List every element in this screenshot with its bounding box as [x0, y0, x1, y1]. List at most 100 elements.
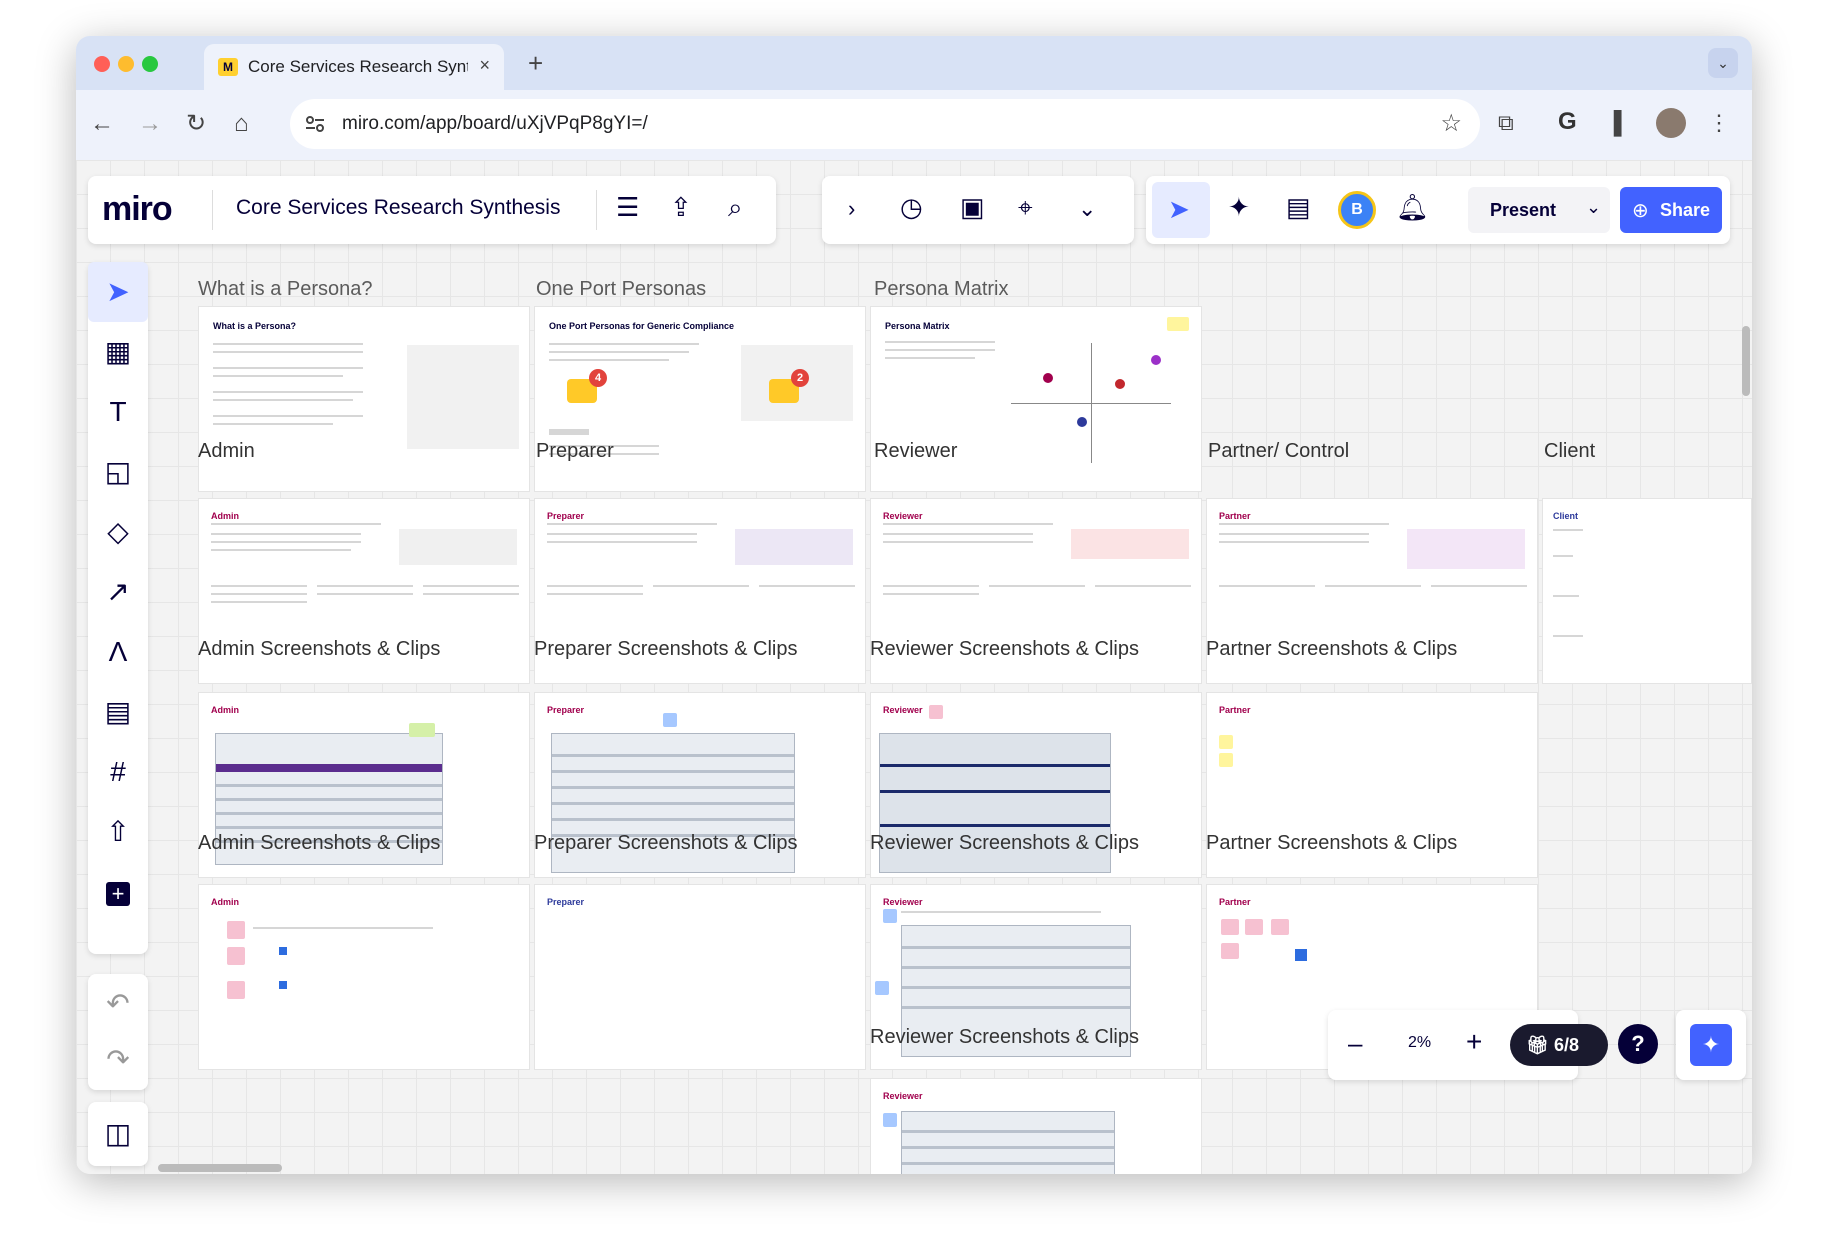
- frame-persona-matrix[interactable]: Persona Matrix: [870, 306, 1202, 492]
- close-window-button[interactable]: [94, 56, 110, 72]
- sticky-note[interactable]: [929, 705, 943, 719]
- text-line: [211, 593, 307, 595]
- browser-tab[interactable]: M Core Services Research Synt ×: [204, 44, 504, 90]
- text-line: [885, 357, 975, 359]
- frame-what-is-persona[interactable]: What is a Persona?: [198, 306, 530, 492]
- horizontal-scrollbar[interactable]: [158, 1164, 282, 1172]
- persona-dot[interactable]: [1077, 417, 1087, 427]
- text-line: [211, 549, 351, 551]
- home-icon[interactable]: ⌂: [234, 112, 249, 136]
- sticky-note[interactable]: [1221, 919, 1239, 935]
- chevron-down-icon[interactable]: ⌄: [1078, 196, 1096, 222]
- text-tool-icon[interactable]: T: [88, 382, 148, 442]
- sticky-note[interactable]: [409, 723, 435, 737]
- zoom-level[interactable]: 2%: [1408, 1034, 1431, 1052]
- ai-assist-button[interactable]: ✦: [1676, 1010, 1746, 1080]
- present-button[interactable]: Present ⌄: [1468, 187, 1610, 233]
- sticky-note[interactable]: [1245, 919, 1263, 935]
- upload-icon[interactable]: ⇧: [88, 802, 148, 862]
- sticky-note[interactable]: [1271, 919, 1289, 935]
- sticky-note[interactable]: [883, 909, 897, 923]
- reactions-icon[interactable]: ✦: [1228, 192, 1250, 223]
- user-avatar[interactable]: B: [1338, 191, 1376, 229]
- zoom-in-button[interactable]: +: [1466, 1026, 1482, 1058]
- comment-icon[interactable]: ▤: [1286, 192, 1311, 223]
- chevron-right-icon[interactable]: ›: [848, 196, 855, 222]
- persona-dot[interactable]: [1115, 379, 1125, 389]
- text-line: [885, 349, 995, 351]
- note-add-icon[interactable]: ▣: [960, 192, 985, 223]
- comment-tool-icon[interactable]: ▤: [88, 682, 148, 742]
- tab-close-icon[interactable]: ×: [479, 55, 490, 76]
- site-settings-icon[interactable]: [304, 113, 326, 135]
- search-icon[interactable]: ⌕: [728, 192, 743, 224]
- sticky-note[interactable]: [1167, 317, 1189, 331]
- menu-icon[interactable]: ☰: [616, 192, 639, 223]
- sticky-note[interactable]: [1219, 735, 1233, 749]
- sticky-note[interactable]: [663, 713, 677, 727]
- matrix-axis: [1091, 343, 1092, 463]
- google-extension-icon[interactable]: G: [1558, 108, 1577, 136]
- persona-dot[interactable]: [1043, 373, 1053, 383]
- export-icon[interactable]: ⇪: [670, 192, 692, 223]
- address-bar[interactable]: miro.com/app/board/uXjVPqP8gYI=/ ☆: [290, 99, 1480, 149]
- templates-icon[interactable]: ▦: [88, 322, 148, 382]
- sticky-note[interactable]: [883, 1113, 897, 1127]
- browser-menu-icon[interactable]: ⋮: [1708, 110, 1730, 136]
- text-line: [1219, 523, 1389, 525]
- reload-icon[interactable]: ↻: [186, 112, 206, 136]
- persona-dot[interactable]: [1151, 355, 1161, 365]
- maximize-window-button[interactable]: [142, 56, 158, 72]
- bell-icon[interactable]: 🔔︎: [1396, 192, 1429, 223]
- sticky-note-icon[interactable]: ◱: [88, 442, 148, 502]
- minimize-window-button[interactable]: [118, 56, 134, 72]
- focus-icon[interactable]: ⌖: [1018, 192, 1033, 224]
- profile-avatar[interactable]: [1656, 108, 1686, 138]
- help-button[interactable]: ?: [1618, 1024, 1658, 1064]
- frame-preparer-clips[interactable]: Preparer: [534, 884, 866, 1070]
- frame-reviewer-extra[interactable]: Reviewer: [870, 1078, 1202, 1174]
- new-tab-button[interactable]: +: [528, 48, 543, 79]
- sticky-note[interactable]: [1219, 753, 1233, 767]
- extensions-icon[interactable]: ⧉: [1498, 110, 1514, 136]
- frame-client-persona[interactable]: Client: [1542, 498, 1752, 684]
- sidebar-toggle-icon[interactable]: ◫: [88, 1104, 148, 1164]
- url-text: miro.com/app/board/uXjVPqP8gYI=/: [342, 113, 648, 134]
- add-apps-icon[interactable]: +: [88, 862, 148, 922]
- gift-counter-button[interactable]: 🎁︎ 6/8: [1510, 1024, 1608, 1066]
- sticky-note[interactable]: [227, 981, 245, 999]
- redo-icon[interactable]: ↷: [88, 1030, 148, 1090]
- tab-search-button[interactable]: ⌄: [1708, 48, 1738, 78]
- star-icon[interactable]: ☆: [1440, 109, 1462, 138]
- miro-board-canvas[interactable]: miro Core Services Research Synthesis ☰ …: [76, 160, 1752, 1174]
- screenshot-image[interactable]: [901, 1111, 1115, 1174]
- persona-tag: Preparer: [547, 511, 585, 521]
- connector-icon[interactable]: ↗: [88, 562, 148, 622]
- pen-icon[interactable]: Λ: [88, 622, 148, 682]
- chevron-down-icon[interactable]: ⌄: [1586, 197, 1601, 218]
- address-bar-row: ← → ↻ ⌂ miro.com/app/board/uXjVPqP8gYI=/…: [76, 90, 1752, 160]
- sticky-note[interactable]: [1221, 943, 1239, 959]
- sticky-note[interactable]: [227, 947, 245, 965]
- timer-icon[interactable]: ◷: [900, 192, 923, 223]
- sticky-note[interactable]: [875, 981, 889, 995]
- persona-tag: Preparer: [547, 705, 585, 715]
- cursor-toggle-button[interactable]: ➤: [1152, 182, 1210, 238]
- frame-admin-clips[interactable]: Admin: [198, 884, 530, 1070]
- miro-logo[interactable]: miro: [102, 190, 173, 229]
- zoom-out-button[interactable]: –: [1348, 1028, 1362, 1059]
- side-panel-icon[interactable]: ▐: [1606, 110, 1622, 136]
- sticky-note[interactable]: [227, 921, 245, 939]
- shapes-icon[interactable]: ◇: [88, 502, 148, 562]
- sparkle-icon: ✦: [1690, 1024, 1732, 1066]
- frame-tool-icon[interactable]: #: [88, 742, 148, 802]
- back-arrow-icon[interactable]: ←: [90, 112, 114, 136]
- frame-one-port-personas[interactable]: One Port Personas for Generic Compliance…: [534, 306, 866, 492]
- board-title[interactable]: Core Services Research Synthesis: [236, 196, 560, 220]
- select-tool-icon[interactable]: ➤: [88, 262, 148, 322]
- vertical-scrollbar[interactable]: [1742, 326, 1750, 396]
- collab-panel: ➤ ✦ ▤ B 🔔︎ Present ⌄ ⊕ Share: [1146, 176, 1730, 244]
- share-button[interactable]: ⊕ Share: [1620, 187, 1722, 233]
- undo-icon[interactable]: ↶: [88, 974, 148, 1034]
- forward-arrow-icon[interactable]: →: [138, 112, 162, 136]
